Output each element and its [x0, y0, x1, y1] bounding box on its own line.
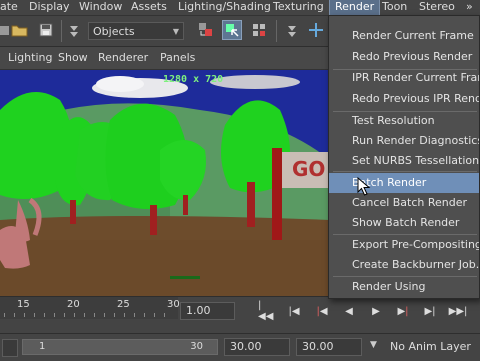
menu-item-batch-render[interactable]: Batch Render [329, 173, 479, 193]
panel-menu-renderer[interactable]: Renderer [98, 51, 148, 64]
filter-menu-icon[interactable] [64, 20, 84, 40]
menu-item-show-batch-render[interactable]: Show Batch Render [329, 213, 479, 233]
menu-divider [333, 171, 477, 172]
play-forwards-icon[interactable]: ▶ [368, 304, 384, 318]
resolution-gate-label: 1280 x 720 [163, 74, 223, 85]
tick [14, 313, 15, 317]
panel-menu-panels[interactable]: Panels [160, 51, 195, 64]
menu-item-redo-previous-ipr-render[interactable]: Redo Previous IPR Render [329, 89, 479, 109]
step-back-key-icon[interactable]: | ◀ [314, 304, 330, 318]
menu-render[interactable]: Render [329, 0, 381, 16]
step-back-frame-icon[interactable]: |◀ [286, 304, 302, 318]
menu-item-test-resolution[interactable]: Test Resolution [329, 111, 479, 131]
tick [134, 313, 135, 317]
menu-bar: ate Display Window Assets Lighting/Shadi… [0, 0, 480, 16]
current-time-field[interactable]: 1.00 [180, 302, 235, 320]
render-menu-dropdown: Render Current Frame Redo Previous Rende… [328, 15, 480, 299]
time-slider: 15 20 25 30 1.00 |◀◀ |◀ | ◀ ◀ ▶ ▶ | ▶| ▶▶| [0, 296, 480, 333]
menu-item-render-using[interactable]: Render Using [329, 277, 479, 297]
select-by-component-icon[interactable] [249, 20, 269, 40]
range-slider[interactable]: 1 30 [22, 339, 218, 355]
end-time-field[interactable]: 30.00 [224, 338, 290, 356]
menu-item-render-current-frame[interactable]: Render Current Frame [329, 26, 479, 46]
menu-item-export-pre-compositing[interactable]: Export Pre-Compositing [329, 235, 479, 255]
tick [124, 313, 125, 317]
object-selection-dropdown[interactable]: Objects ▼ [88, 22, 184, 40]
save-icon[interactable] [36, 20, 56, 40]
range-slider-bar: 1 30 30.00 30.00 ▼ No Anim Layer [0, 333, 480, 361]
playback-end-field[interactable]: 30.00 [296, 338, 362, 356]
tick [94, 313, 95, 317]
range-end-label: 30 [190, 341, 203, 352]
menu-toon[interactable]: Toon [382, 0, 407, 15]
tick [84, 313, 85, 317]
menu-texturing[interactable]: Texturing [273, 0, 324, 15]
mouse-cursor-icon [357, 177, 371, 196]
tick-label: 20 [67, 299, 80, 310]
tick-label: 25 [117, 299, 130, 310]
tick [114, 313, 115, 317]
sign-text: GO [292, 157, 325, 181]
menu-overflow-icon[interactable]: » [466, 0, 473, 15]
snap-menu-icon[interactable] [282, 20, 302, 40]
transform-icon[interactable] [306, 20, 326, 40]
tick [74, 313, 75, 317]
tick [34, 313, 35, 317]
menu-window[interactable]: Window [79, 0, 122, 15]
menu-display[interactable]: Display [29, 0, 70, 15]
open-folder-icon[interactable] [10, 20, 30, 40]
time-ruler[interactable]: 15 20 25 30 [0, 297, 180, 319]
play-backwards-icon[interactable]: ◀ [341, 304, 357, 318]
go-to-end-icon[interactable]: ▶▶| [449, 304, 468, 318]
menu-lighting-shading[interactable]: Lighting/Shading [178, 0, 271, 15]
tick [164, 313, 165, 317]
step-forward-frame-icon[interactable]: ▶| [422, 304, 438, 318]
menu-stereo[interactable]: Stereo [419, 0, 455, 15]
anim-layer-dropdown[interactable]: No Anim Layer [384, 338, 478, 356]
menu-item-create-backburner-job[interactable]: Create Backburner Job... [329, 255, 479, 275]
menu-assets[interactable]: Assets [131, 0, 167, 15]
toolbar-divider [276, 20, 277, 42]
tick [54, 313, 55, 317]
step-forward-key-icon[interactable]: ▶ | [395, 304, 411, 318]
tick-label: 15 [17, 299, 30, 310]
range-start-label: 1 [39, 341, 46, 352]
menu-item-cancel-batch-render[interactable]: Cancel Batch Render [329, 193, 479, 213]
tick [44, 313, 45, 317]
toolbar-divider [61, 20, 62, 42]
menu-item-set-nurbs-tessellation[interactable]: Set NURBS Tessellation [329, 151, 479, 171]
menu-item-ipr-render-current-frame[interactable]: IPR Render Current Frame [329, 68, 479, 88]
tick [4, 313, 5, 317]
start-time-field[interactable] [2, 339, 18, 357]
menu-edit-partial[interactable]: ate [0, 0, 18, 15]
panel-menu-lighting[interactable]: Lighting [8, 51, 52, 64]
tick [24, 313, 25, 317]
select-by-object-type-icon[interactable] [222, 20, 242, 40]
tick [104, 313, 105, 317]
go-to-start-icon[interactable]: |◀◀ [258, 300, 274, 322]
select-by-hierarchy-icon[interactable] [196, 20, 216, 40]
object-selection-label: Objects [93, 25, 135, 38]
panel-menu-show[interactable]: Show [58, 51, 88, 64]
tick [154, 313, 155, 317]
chevron-down-icon: ▼ [172, 27, 179, 36]
menu-item-run-render-diagnostics[interactable]: Run Render Diagnostics [329, 131, 479, 151]
tick-label: 30 [167, 299, 180, 310]
tick [144, 313, 145, 317]
chevron-down-icon[interactable]: ▼ [370, 340, 377, 350]
tick [64, 313, 65, 317]
menu-item-redo-previous-render[interactable]: Redo Previous Render [329, 47, 479, 67]
